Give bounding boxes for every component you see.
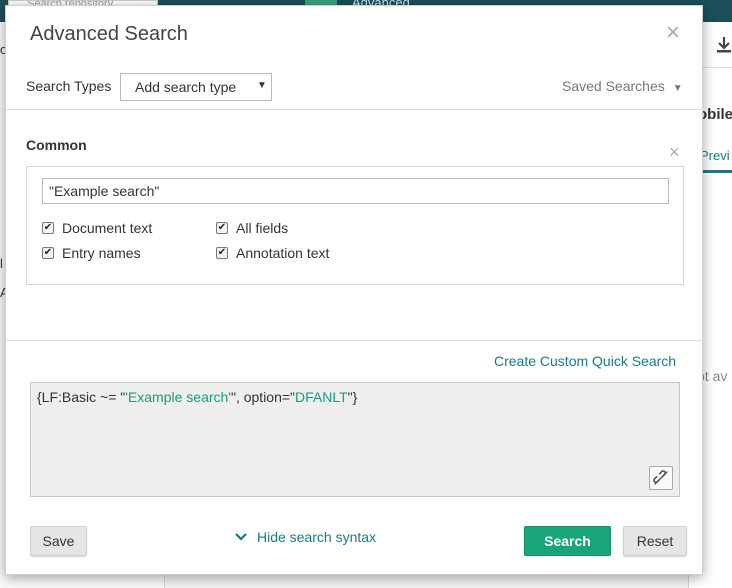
checkbox-checked-icon: ✔ (42, 222, 54, 234)
checkbox-checked-icon: ✔ (42, 247, 54, 259)
syntax-term: 'Example search' (125, 389, 231, 405)
search-syntax-editor[interactable]: {LF:Basic ~= "'Example search'", option=… (30, 382, 680, 497)
broken-link-icon (653, 470, 668, 485)
search-types-row: Search Types Add search type ▼ Saved Sea… (6, 70, 704, 110)
save-button[interactable]: Save (30, 526, 87, 556)
all-fields-checkbox[interactable]: ✔ All fields (216, 220, 288, 236)
reset-button[interactable]: Reset (623, 526, 687, 556)
add-search-type-value: Add search type (135, 79, 237, 95)
tab-preview[interactable]: Previ (700, 148, 730, 163)
add-search-type-select[interactable]: Add search type ▼ (120, 73, 272, 101)
checkbox-label: All fields (236, 220, 289, 236)
entry-names-checkbox[interactable]: ✔ Entry names (42, 245, 141, 261)
syntax-option: DFANLT (295, 389, 348, 405)
remove-common-section-icon[interactable]: × (669, 143, 680, 161)
annotation-text-checkbox[interactable]: ✔ Annotation text (216, 245, 329, 261)
advanced-search-dialog: Advanced Search × Search Types Add searc… (5, 5, 704, 575)
hide-search-syntax-label: Hide search syntax (257, 529, 377, 545)
checkbox-label: Annotation text (236, 245, 330, 261)
caret-down-icon: ▼ (672, 83, 683, 94)
dialog-title: Advanced Search (30, 23, 188, 45)
saved-searches-label: Saved Searches (562, 78, 665, 94)
download-icon[interactable] (716, 36, 732, 57)
left-panel-text: l (0, 256, 3, 271)
unlink-syntax-button[interactable] (649, 466, 673, 490)
divider (6, 109, 704, 110)
checkbox-checked-icon: ✔ (216, 222, 228, 234)
tab-preview-underline (700, 170, 732, 173)
create-custom-quick-search-link[interactable]: Create Custom Quick Search (494, 353, 676, 369)
syntax-text: ", option=" (230, 389, 296, 405)
syntax-text: {LF:Basic ~= " (37, 389, 126, 405)
document-text-checkbox[interactable]: ✔ Document text (42, 220, 152, 236)
hide-search-syntax-toggle[interactable]: Hide search syntax (235, 529, 376, 545)
close-icon[interactable]: × (666, 21, 680, 45)
syntax-text: "} (347, 389, 358, 405)
divider (6, 340, 704, 341)
chevron-down-icon (235, 533, 247, 541)
saved-searches-dropdown[interactable]: Saved Searches ▼ (562, 78, 683, 94)
common-section: ✔ Document text ✔ All fields ✔ Entry nam… (26, 166, 684, 285)
common-section-title: Common (26, 137, 87, 153)
common-search-input[interactable] (42, 178, 669, 204)
checkbox-label: Document text (62, 220, 153, 236)
download-icon-glyph (717, 37, 731, 53)
search-button[interactable]: Search (524, 526, 611, 556)
checkbox-label: Entry names (62, 245, 141, 261)
caret-down-icon: ▼ (257, 80, 267, 91)
search-types-label: Search Types (26, 78, 112, 94)
checkbox-checked-icon: ✔ (216, 247, 228, 259)
